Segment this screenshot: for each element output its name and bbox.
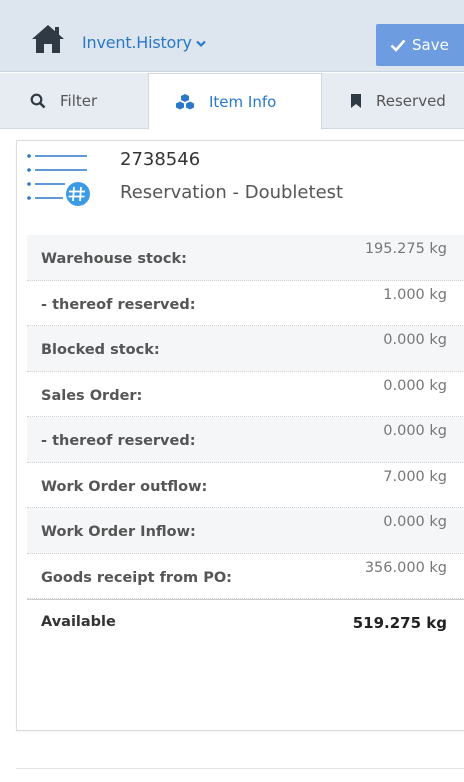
row-label: Blocked stock: (41, 342, 160, 358)
row-value: 1.000 kg (383, 286, 447, 303)
row-value: 195.275 kg (364, 241, 447, 257)
cubes-icon (176, 94, 194, 110)
stock-row-available: Available 519.275 kg (27, 599, 464, 645)
chevron-down-icon (196, 33, 206, 52)
stock-row-wo-inflow: Work Order Inflow: 0.000 kg (27, 508, 464, 554)
tab-reserved[interactable]: Reserved (350, 73, 446, 129)
stock-table: Warehouse stock: 195.275 kg - thereof re… (27, 235, 464, 645)
stock-row-blocked: Blocked stock: 0.000 kg (27, 326, 464, 372)
inventory-history-dropdown[interactable]: Invent.History (82, 33, 206, 52)
total-value: 519.275 kg (352, 614, 447, 632)
search-icon (30, 93, 46, 109)
row-value: 356.000 kg (364, 559, 447, 576)
list-number-icon (27, 154, 90, 206)
row-label: Goods receipt from PO: (41, 569, 232, 586)
row-label: Warehouse stock: (41, 251, 187, 267)
stock-row-sales-order: Sales Order: 0.000 kg (27, 371, 464, 417)
row-value: 0.000 kg (383, 377, 447, 394)
home-icon[interactable] (30, 23, 66, 55)
tab-item-info[interactable]: Item Info (148, 73, 322, 130)
history-label: Invent.History (82, 33, 192, 52)
top-bar: Invent.History Save (0, 0, 464, 72)
tab-filter-label: Filter (60, 92, 98, 110)
row-value: 0.000 kg (383, 423, 447, 439)
item-name: Reservation - Doubletest (120, 182, 344, 203)
tab-item-info-label: Item Info (209, 92, 277, 111)
total-label: Available (41, 614, 116, 630)
divider (16, 768, 464, 769)
tab-filter[interactable]: Filter (30, 73, 97, 129)
row-value: 0.000 kg (383, 514, 447, 530)
tab-reserved-label: Reserved (376, 92, 446, 110)
save-button[interactable]: Save (376, 24, 464, 66)
row-label: Sales Order: (41, 387, 143, 404)
stock-row-sales-reserved: - thereof reserved: 0.000 kg (27, 417, 464, 463)
check-icon (390, 39, 406, 52)
row-value: 7.000 kg (383, 468, 447, 485)
row-label: - thereof reserved: (41, 296, 196, 313)
item-info-card: 2738546 Reservation - Doubletest Warehou… (16, 140, 464, 731)
stock-row-reserved: - thereof reserved: 1.000 kg (27, 280, 464, 326)
item-number: 2738546 (120, 149, 201, 170)
stock-row-warehouse: Warehouse stock: 195.275 kg (27, 235, 464, 281)
stock-row-wo-outflow: Work Order outflow: 7.000 kg (27, 462, 464, 508)
save-label: Save (412, 36, 449, 54)
row-label: Work Order Inflow: (41, 524, 196, 540)
stock-row-goods-receipt: Goods receipt from PO: 356.000 kg (27, 553, 464, 599)
tab-bar: Filter Item Info Reserved (0, 73, 464, 130)
row-label: - thereof reserved: (41, 433, 196, 449)
row-label: Work Order outflow: (41, 478, 208, 495)
bookmark-icon (351, 94, 361, 108)
row-value: 0.000 kg (383, 332, 447, 348)
